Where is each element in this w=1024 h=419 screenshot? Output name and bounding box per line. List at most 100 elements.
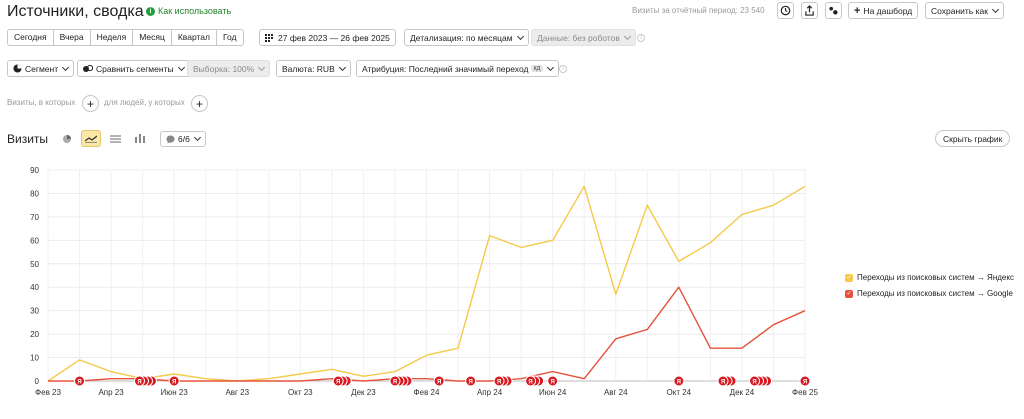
chart-grid xyxy=(47,169,806,382)
y-tick-label: 80 xyxy=(30,189,39,198)
y-tick-label: 10 xyxy=(30,354,39,363)
metrics-count: 6/6 xyxy=(178,134,190,144)
add-visits-filter-button[interactable]: + xyxy=(82,95,99,112)
hide-chart-button[interactable]: Скрыть график xyxy=(935,130,1011,147)
checkbox-icon: ✓ xyxy=(845,289,853,298)
export-button[interactable] xyxy=(801,2,818,19)
x-tick-label: Дек 23 xyxy=(351,388,376,397)
compare-segments-button[interactable]: Сравнить сегменты xyxy=(77,60,190,77)
people-filter-label: для людей, у которых xyxy=(104,98,185,107)
bar-chart-icon xyxy=(135,134,145,143)
how-to-use-label: Как использовать xyxy=(158,6,232,16)
legend-label-yandex: Переходы из поисковых систем → Яндекс xyxy=(857,273,1014,282)
x-tick-label: Июн 24 xyxy=(539,388,567,397)
annotation-marker-label: Я xyxy=(677,380,681,386)
info-icon[interactable]: i xyxy=(559,65,567,73)
detail-select[interactable]: Детализация: по месяцам xyxy=(404,29,529,46)
visits-total: Визиты за отчётный период: 23 540 xyxy=(632,6,765,15)
annotation-marker-label: Я xyxy=(137,380,141,386)
annotation-marker-label: Я xyxy=(551,380,555,386)
y-tick-label: 50 xyxy=(30,260,39,269)
chart-type-area[interactable] xyxy=(105,130,125,147)
chevron-down-icon xyxy=(193,133,201,142)
plus-icon: + xyxy=(195,96,203,111)
integrations-button[interactable] xyxy=(825,2,842,19)
chart-title: Визиты xyxy=(7,132,49,146)
dots-icon xyxy=(829,6,838,15)
metrics-select[interactable]: 6/6 xyxy=(160,131,206,147)
sample-select[interactable]: Выборка: 100% xyxy=(187,60,271,77)
annotation-marker-label: Я xyxy=(528,380,532,386)
x-tick-label: Фев 24 xyxy=(414,388,440,397)
x-tick-label: Окт 23 xyxy=(288,388,313,397)
calendar-icon xyxy=(265,33,273,42)
attribution-badge: кд xyxy=(531,65,543,72)
segment-label: Сегмент xyxy=(25,63,59,74)
pie-chart-icon xyxy=(63,134,71,143)
save-as-label: Сохранить как xyxy=(931,5,988,16)
area-chart-icon xyxy=(109,135,121,143)
currency-select[interactable]: Валюта: RUB xyxy=(276,60,351,77)
comment-icon xyxy=(166,134,175,144)
plus-icon: + xyxy=(854,4,861,17)
tab-yesterday[interactable]: Вчера xyxy=(54,30,91,45)
share-icon xyxy=(805,5,814,16)
x-tick-label: Апр 23 xyxy=(98,388,124,397)
y-tick-label: 60 xyxy=(30,236,39,245)
chevron-down-icon xyxy=(177,63,185,71)
tab-quarter[interactable]: Квартал xyxy=(172,30,217,45)
date-range-picker[interactable]: 27 фев 2023 — 26 фев 2025 xyxy=(259,29,396,46)
add-people-filter-button[interactable]: + xyxy=(191,95,208,112)
tab-week[interactable]: Неделя xyxy=(91,30,134,45)
chevron-down-icon xyxy=(62,63,70,71)
annotation-marker-label: Я xyxy=(752,380,756,386)
info-icon: i xyxy=(146,6,155,16)
period-tabs: Сегодня Вчера Неделя Месяц Квартал Год xyxy=(7,29,244,46)
x-tick-label: Авг 23 xyxy=(225,388,249,397)
x-tick-label: Дек 24 xyxy=(730,388,755,397)
annotation-marker-label: Я xyxy=(721,380,725,386)
chart-type-bar[interactable] xyxy=(130,130,150,147)
tab-today[interactable]: Сегодня xyxy=(8,30,54,45)
x-axis-ticks: Фев 23 Апр 23 Июн 23 Авг 23 Окт 23 Дек 23 Фев … xyxy=(35,388,818,397)
annotation-marker-label: Я xyxy=(172,380,176,386)
y-tick-label: 30 xyxy=(30,307,39,316)
y-tick-label: 0 xyxy=(35,377,40,386)
legend-item-google[interactable]: ✓ Переходы из поисковых систем → Google xyxy=(845,289,1013,298)
chart-type-line[interactable] xyxy=(81,130,101,147)
y-tick-label: 90 xyxy=(30,166,39,175)
compare-icon xyxy=(83,64,93,72)
history-button[interactable] xyxy=(777,2,794,19)
segment-button[interactable]: Сегмент xyxy=(7,60,75,77)
visits-filter-label: Визиты, в которых xyxy=(7,98,76,107)
tab-month[interactable]: Месяц xyxy=(133,30,172,45)
data-filter-select[interactable]: Данные: без роботов xyxy=(531,29,636,46)
tab-year[interactable]: Год xyxy=(217,30,243,45)
compare-label: Сравнить сегменты xyxy=(96,63,174,74)
annotation-marker-label: Я xyxy=(336,380,340,386)
how-to-use-link[interactable]: i Как использовать xyxy=(146,6,231,16)
currency-label: Валюта: RUB xyxy=(282,63,335,74)
visits-line-chart: 0 10 20 30 40 50 60 70 80 90 Фев 23 Апр 23 Июн 23 Ав… xyxy=(30,166,818,397)
y-tick-label: 20 xyxy=(30,330,39,339)
chevron-down-icon xyxy=(338,63,346,71)
annotation-marker-label: Я xyxy=(393,380,397,386)
chevron-down-icon xyxy=(623,32,631,40)
annotation-marker-label: Я xyxy=(437,380,441,386)
info-icon[interactable]: i xyxy=(637,34,645,42)
attribution-select[interactable]: Атрибуция: Последний значимый переход кд xyxy=(356,60,559,77)
legend-item-yandex[interactable]: ✓ Переходы из поисковых систем → Яндекс xyxy=(845,273,1014,282)
annotation-marker-label: Я xyxy=(497,380,501,386)
chevron-down-icon xyxy=(258,63,266,71)
annotation-marker-label: Я xyxy=(803,380,807,386)
chevron-down-icon xyxy=(516,32,524,40)
plus-icon: + xyxy=(86,96,94,111)
save-as-button[interactable]: Сохранить как xyxy=(925,2,1004,19)
annotation-marker-label: Я xyxy=(469,380,473,386)
y-tick-label: 40 xyxy=(30,283,39,292)
chart-type-pie[interactable] xyxy=(57,130,77,147)
add-to-dashboard-button[interactable]: + На дашборд xyxy=(848,2,919,19)
checkbox-icon: ✓ xyxy=(845,273,853,282)
annotation-marker-label: Я xyxy=(77,380,81,386)
x-tick-label: Фев 23 xyxy=(35,388,61,397)
